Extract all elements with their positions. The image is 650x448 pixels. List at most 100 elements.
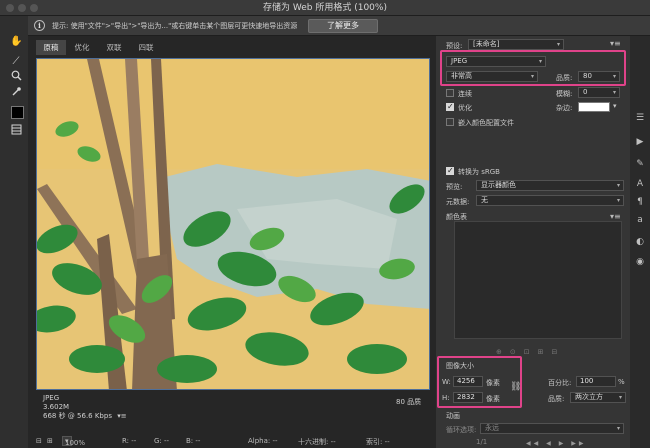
- color-table-menu-icon[interactable]: ▾≡: [610, 212, 621, 221]
- height-label: H:: [442, 394, 450, 402]
- history-icon[interactable]: ☰: [634, 112, 646, 124]
- height-input[interactable]: 2832: [453, 392, 483, 403]
- chain-link-icon[interactable]: ⛓: [510, 382, 521, 392]
- delete-color-icon[interactable]: ⊟: [552, 348, 566, 356]
- convert-srgb-checkbox[interactable]: [446, 166, 454, 175]
- embed-profile-label: 嵌入颜色配置文件: [458, 119, 514, 127]
- download-menu-icon[interactable]: ▾≡: [117, 412, 126, 420]
- quality-readout: 80 品质: [396, 398, 422, 406]
- loop-label: 循环选项:: [446, 426, 477, 434]
- info-icon: i: [34, 20, 45, 31]
- window-titlebar: 存储为 Web 所用格式 (100%): [0, 0, 650, 16]
- matte-color-swatch[interactable]: [578, 102, 610, 112]
- convert-srgb-label: 转换为 sRGB: [458, 168, 500, 176]
- image-preview[interactable]: [36, 58, 430, 390]
- paragraph-icon[interactable]: ¶: [634, 196, 646, 208]
- width-unit: 像素: [486, 379, 500, 387]
- red-readout: R: --: [122, 437, 137, 445]
- height-unit: 像素: [486, 395, 500, 403]
- hand-tool-icon[interactable]: ✋: [10, 36, 22, 48]
- toggle-slices-icon[interactable]: [10, 124, 22, 136]
- animation-label: 动画: [446, 412, 460, 420]
- lock-color-icon[interactable]: ⊡: [524, 348, 538, 356]
- window-title: 存储为 Web 所用格式 (100%): [263, 3, 387, 13]
- metadata-select[interactable]: 无 ▾: [476, 195, 624, 206]
- character-icon[interactable]: A: [634, 178, 646, 190]
- hex-readout: 十六进制: --: [298, 438, 336, 446]
- width-input[interactable]: 4256: [453, 376, 483, 387]
- chevron-down-icon: ▾: [538, 58, 542, 65]
- new-color-icon[interactable]: ⊞: [538, 348, 552, 356]
- minimize-window-icon[interactable]: [18, 4, 26, 12]
- image-size-label: 图像大小: [446, 362, 474, 370]
- zoom-tool-icon[interactable]: [10, 70, 22, 82]
- chevron-down-icon: ▾: [618, 394, 622, 401]
- quality-label: 品质:: [556, 74, 573, 82]
- frame-counter: 1/1: [476, 438, 488, 446]
- swatches-icon[interactable]: ◉: [634, 256, 646, 268]
- optimized-checkbox[interactable]: [446, 102, 454, 111]
- tool-strip: ✋ ⟋: [0, 16, 28, 448]
- next-frame-icon[interactable]: ▶▶: [571, 440, 586, 447]
- play-icon[interactable]: ▶: [559, 440, 567, 447]
- alpha-readout: Alpha: --: [248, 437, 278, 445]
- loop-value: 永远: [485, 424, 499, 432]
- progressive-checkbox[interactable]: [446, 89, 454, 97]
- chevron-down-icon: ▾: [612, 89, 616, 96]
- learn-more-button[interactable]: 了解更多: [308, 19, 378, 33]
- export-tip: 提示: 使用"文件">"导出">"导出为..."或右键单击某个图层可更快速地导出…: [52, 22, 298, 30]
- eyedropper-color-swatch[interactable]: [11, 106, 24, 119]
- blur-label: 模糊:: [556, 90, 573, 98]
- chevron-down-icon: ▾: [616, 425, 620, 432]
- blur-value: 0: [583, 88, 588, 96]
- optimized-label: 优化: [458, 104, 472, 112]
- glyph-icon[interactable]: a: [634, 214, 646, 226]
- progressive-label: 连续: [458, 90, 472, 98]
- resample-label: 品质:: [548, 395, 565, 403]
- percent-input[interactable]: 100: [576, 376, 616, 387]
- preset-select[interactable]: [未命名] ▾: [468, 39, 564, 50]
- eyedropper-tool-icon[interactable]: [10, 86, 22, 98]
- quality-input[interactable]: 80 ▾: [578, 71, 620, 82]
- zoom-window-icon[interactable]: [30, 4, 38, 12]
- blue-readout: B: --: [186, 437, 201, 445]
- close-window-icon[interactable]: [6, 4, 14, 12]
- status-bar: ⊟ ⊞ 100% ▾ R: -- G: -- B: -- Alpha: -- 十…: [36, 435, 436, 448]
- blur-input[interactable]: 0 ▾: [578, 87, 620, 98]
- zoom-level-select[interactable]: 100% ▾: [62, 436, 85, 447]
- chevron-down-icon: ▾: [612, 73, 616, 80]
- green-readout: G: --: [154, 437, 170, 445]
- play-action-icon[interactable]: ▶: [634, 136, 646, 148]
- quality-preset-value: 非常高: [451, 72, 472, 80]
- embed-profile-checkbox[interactable]: [446, 118, 454, 126]
- preview-select[interactable]: 显示器颜色 ▾: [476, 180, 624, 191]
- percent-unit: %: [618, 378, 625, 386]
- panel-menu-icon[interactable]: ▾≡: [610, 39, 621, 48]
- loop-select[interactable]: 永远 ▾: [480, 423, 624, 434]
- prev-frame-icon[interactable]: ◀: [546, 440, 554, 447]
- quality-value: 80: [583, 72, 592, 80]
- shift-web-icon[interactable]: ⊙: [510, 348, 524, 356]
- tab-optimized[interactable]: 优化: [68, 40, 96, 55]
- background-tool-strip: ☰ ▶ ✎ A ¶ a ◐ ◉: [630, 36, 650, 448]
- chevron-down-icon: ▾: [616, 197, 620, 204]
- color-table-actions: ⊕⊙⊡⊞⊟: [496, 348, 565, 356]
- zoom-out-button[interactable]: ⊟: [36, 437, 42, 445]
- tab-2up[interactable]: 双联: [100, 40, 128, 55]
- tab-original[interactable]: 原稿: [36, 40, 66, 55]
- chevron-down-icon[interactable]: ▾: [613, 102, 617, 110]
- preset-value: [未命名]: [473, 40, 500, 48]
- photo-plants-wall: [37, 59, 429, 389]
- tab-4up[interactable]: 四联: [132, 40, 160, 55]
- map-color-icon[interactable]: ⊕: [496, 348, 510, 356]
- optimized-image-info: JPEG 3.602M 668 秒 @ 56.6 Kbps ▾≡: [43, 394, 127, 421]
- adjustments-icon[interactable]: ◐: [634, 236, 646, 248]
- color-table: [454, 221, 622, 339]
- quality-preset-select[interactable]: 非常高 ▾: [446, 71, 538, 82]
- resample-select[interactable]: 两次立方 ▾: [570, 392, 626, 403]
- zoom-in-button[interactable]: ⊞: [47, 437, 53, 445]
- first-frame-icon[interactable]: ◀◀: [526, 440, 541, 447]
- slice-select-tool-icon[interactable]: ⟋: [10, 56, 22, 68]
- brush-icon[interactable]: ✎: [634, 158, 646, 170]
- format-select[interactable]: JPEG ▾: [446, 56, 546, 67]
